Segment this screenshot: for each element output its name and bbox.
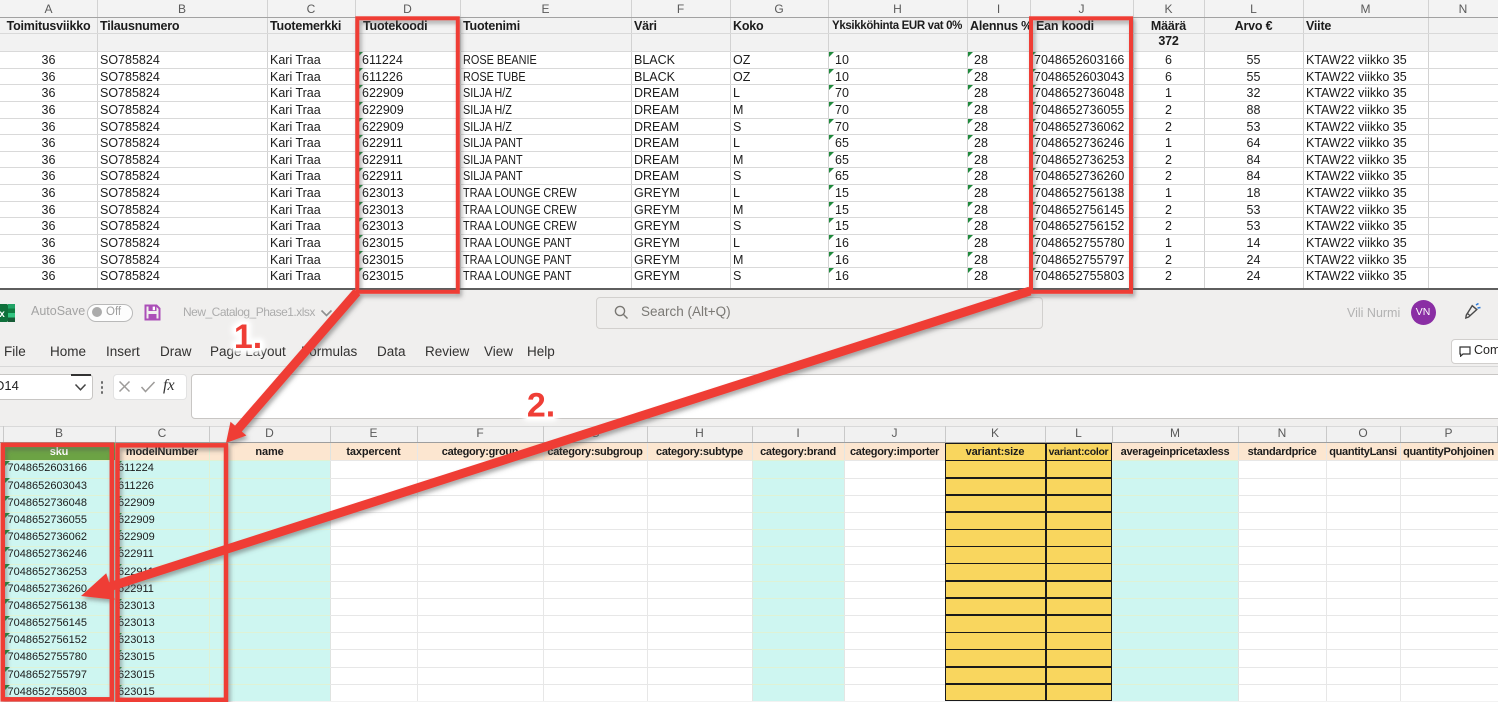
svg-text:1.: 1. — [234, 318, 262, 356]
svg-text:2.: 2. — [527, 387, 555, 425]
